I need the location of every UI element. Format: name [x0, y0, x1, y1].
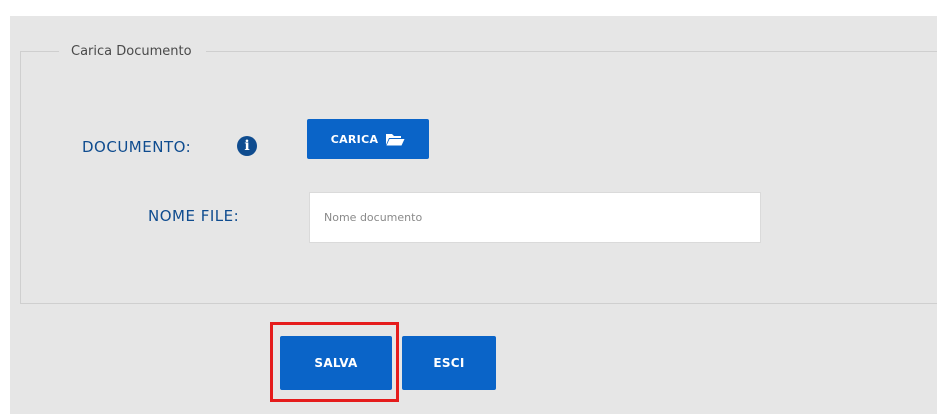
folder-open-icon	[386, 133, 405, 145]
page: Carica Documento DOCUMENTO: i CARICA NOM…	[0, 0, 937, 414]
fieldset-legend: Carica Documento	[71, 44, 192, 59]
nome-file-label: NOME FILE:	[148, 207, 240, 225]
documento-label: DOCUMENTO:	[82, 138, 192, 156]
esci-button-label: ESCI	[433, 356, 465, 370]
upload-fieldset: Carica Documento	[20, 44, 937, 304]
salva-button[interactable]: SALVA	[280, 336, 392, 390]
salva-button-label: SALVA	[314, 356, 358, 370]
carica-button[interactable]: CARICA	[307, 119, 429, 159]
carica-button-label: CARICA	[330, 132, 379, 146]
esci-button[interactable]: ESCI	[402, 336, 496, 390]
info-icon[interactable]: i	[237, 136, 257, 156]
nome-file-input[interactable]	[309, 192, 761, 243]
